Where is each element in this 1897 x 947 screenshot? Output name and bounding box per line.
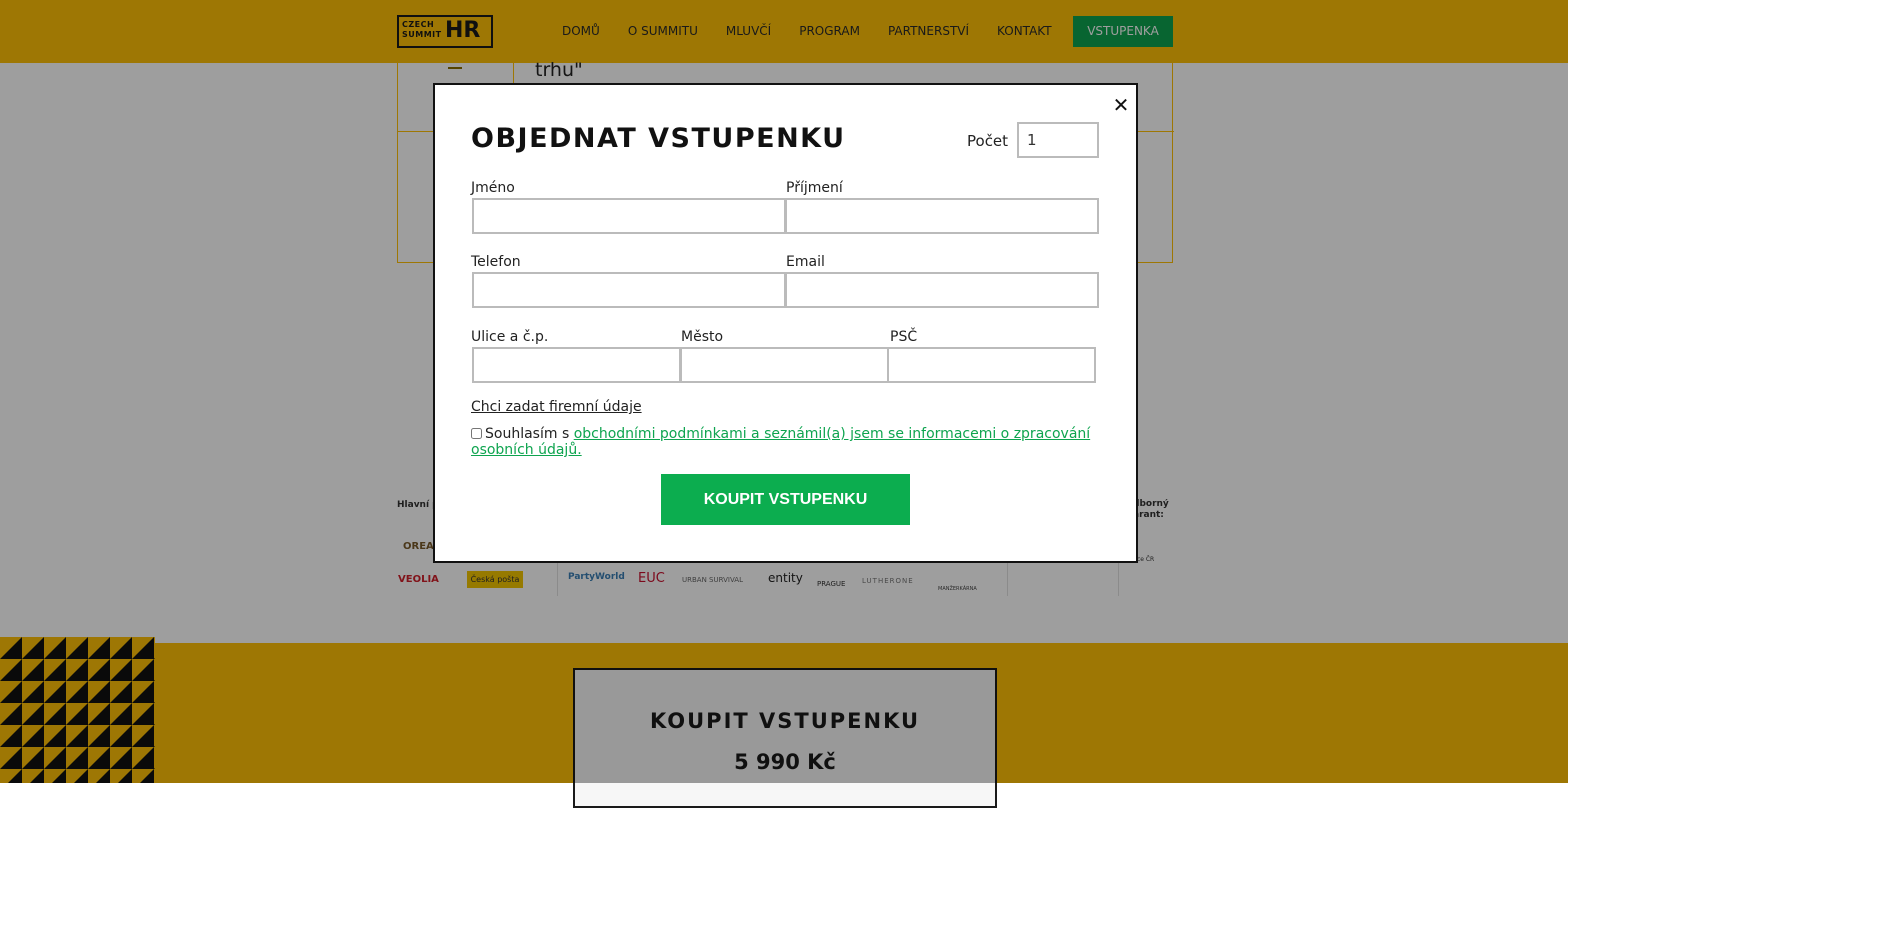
close-icon[interactable]: ✕ <box>1110 94 1132 116</box>
company-details-link[interactable]: Chci zadat firemní údaje <box>471 398 642 416</box>
city-label: Město <box>681 329 724 345</box>
count-input[interactable] <box>1017 122 1099 158</box>
consent-text: Souhlasím s <box>485 426 574 442</box>
consent-row: Souhlasím s obchodními podmínkami a sezn… <box>471 426 1111 458</box>
street-field[interactable] <box>472 347 681 383</box>
first-name-label: Jméno <box>471 180 515 196</box>
email-label: Email <box>786 254 825 270</box>
street-label: Ulice a č.p. <box>471 329 549 345</box>
zip-label: PSČ <box>890 329 918 345</box>
consent-checkbox[interactable] <box>471 428 482 439</box>
city-field[interactable] <box>680 347 889 383</box>
last-name-label: Příjmení <box>786 180 843 196</box>
modal-title: OBJEDNAT VSTUPENKU <box>471 123 846 154</box>
order-ticket-modal: ✕ OBJEDNAT VSTUPENKU Počet Jméno Příjmen… <box>433 83 1138 563</box>
buy-ticket-button[interactable]: KOUPIT VSTUPENKU <box>661 474 910 525</box>
count-label: Počet <box>967 132 1009 150</box>
phone-field[interactable] <box>472 272 786 308</box>
email-field[interactable] <box>785 272 1099 308</box>
first-name-field[interactable] <box>472 198 786 234</box>
phone-label: Telefon <box>471 254 521 270</box>
zip-field[interactable] <box>887 347 1096 383</box>
last-name-field[interactable] <box>785 198 1099 234</box>
